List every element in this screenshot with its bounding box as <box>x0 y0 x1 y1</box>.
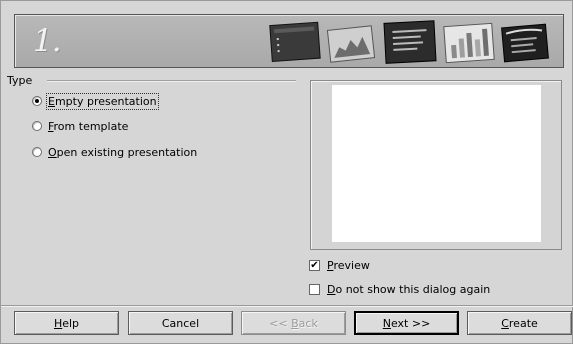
radio-empty-presentation[interactable]: Empty presentation <box>32 92 159 110</box>
radio-button[interactable] <box>32 147 42 157</box>
radio-from-template[interactable]: From template <box>32 118 128 134</box>
radio-label: Open existing presentation <box>48 145 198 159</box>
button-separator <box>1 305 573 307</box>
create-button[interactable]: Create <box>467 311 572 335</box>
checkbox-label: Preview <box>327 258 370 272</box>
radio-button[interactable] <box>32 121 42 131</box>
cancel-button[interactable]: Cancel <box>128 311 233 335</box>
preview-frame <box>310 80 562 250</box>
do-not-show-checkbox[interactable]: Do not show this dialog again <box>309 281 490 297</box>
slide-thumbnails <box>269 20 549 64</box>
radio-button[interactable] <box>32 96 42 106</box>
presentation-wizard-dialog: 1. Type Empty presentation From template… <box>0 0 573 344</box>
type-group-label: Type <box>7 74 33 87</box>
checkbox[interactable] <box>309 283 320 295</box>
step-number: 1. <box>33 23 62 59</box>
wizard-header-banner: 1. <box>14 14 564 68</box>
checkbox-label: Do not show this dialog again <box>327 282 491 296</box>
preview-canvas <box>332 85 541 242</box>
next-button[interactable]: Next >> <box>354 311 459 335</box>
type-group-divider <box>47 80 296 82</box>
slide-bar-chart-icon <box>443 22 495 64</box>
back-button[interactable]: << Back <box>241 311 346 335</box>
radio-open-existing[interactable]: Open existing presentation <box>32 144 197 160</box>
help-button[interactable]: Help <box>14 311 119 335</box>
slide-dark-list-icon <box>501 23 549 63</box>
slide-dark-icon <box>269 21 321 63</box>
slide-list-icon <box>383 20 437 64</box>
radio-label: Empty presentation <box>46 92 159 110</box>
radio-label: From template <box>48 119 129 133</box>
slide-chart-icon <box>326 25 376 63</box>
preview-checkbox[interactable]: ✔ Preview <box>309 257 370 273</box>
checkbox[interactable]: ✔ <box>309 259 320 271</box>
